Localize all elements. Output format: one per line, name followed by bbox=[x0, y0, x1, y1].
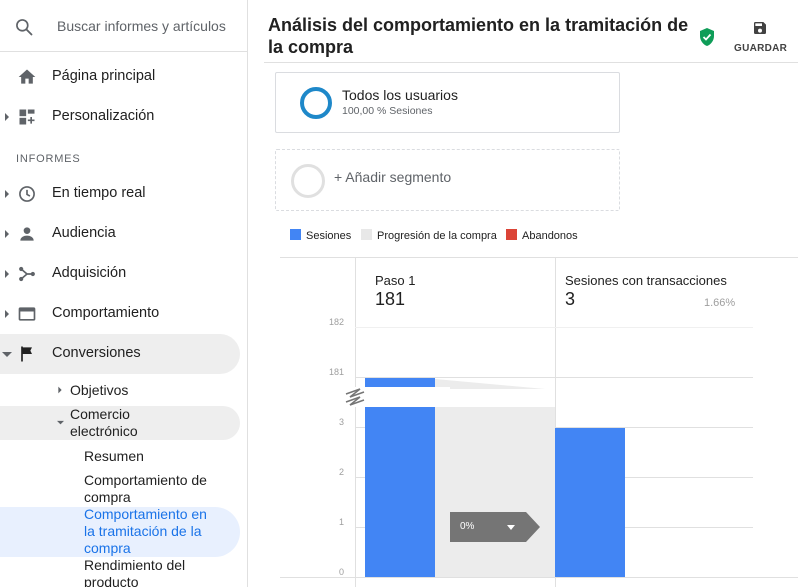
flag-icon bbox=[21, 346, 32, 362]
caret-right-icon bbox=[5, 113, 9, 121]
sidebar-item-label: En tiempo real bbox=[52, 185, 146, 201]
sidebar-leaf-label: Comportamiento de compra bbox=[84, 472, 207, 505]
progression-percentage: 0% bbox=[460, 521, 475, 532]
y-tick-label: 0 bbox=[338, 567, 344, 577]
legend-swatch bbox=[506, 229, 517, 240]
gridline bbox=[355, 327, 753, 328]
caret-right-icon bbox=[5, 270, 9, 278]
sidebar-item-audience[interactable]: Audiencia bbox=[0, 214, 240, 254]
caret-right-icon bbox=[5, 230, 9, 238]
sidebar-item-label: Audiencia bbox=[52, 225, 116, 241]
progression-taper bbox=[435, 379, 555, 389]
funnel-chart: Paso 1 181 Sesiones con transacciones 3 … bbox=[280, 257, 798, 587]
legend-swatch bbox=[361, 229, 372, 240]
save-button[interactable]: GUARDAR bbox=[734, 20, 788, 54]
sidebar-item-customization[interactable]: Personalización bbox=[0, 97, 240, 137]
caret-right-icon bbox=[5, 310, 9, 318]
y-tick-label: 182 bbox=[328, 317, 344, 327]
progression-area bbox=[435, 407, 555, 577]
behavior-icon bbox=[18, 307, 36, 321]
legend-item-abandonment: Abandonos bbox=[506, 229, 578, 242]
sidebar-item-label: Comportamiento bbox=[52, 305, 160, 321]
y-tick-label: 3 bbox=[338, 417, 344, 427]
dashboard-icon bbox=[19, 109, 35, 125]
search-icon bbox=[16, 19, 33, 36]
sidebar-leaf-label: Comportamiento en la tramitación de la c… bbox=[84, 506, 207, 556]
sidebar-subitem-ecommerce[interactable]: Comercio electrónico bbox=[56, 406, 236, 440]
y-tick-label: 181 bbox=[328, 367, 344, 377]
sidebar-item-label: Conversiones bbox=[52, 345, 141, 361]
sidebar-leaf-label: Resumen bbox=[84, 448, 144, 464]
caret-down-icon bbox=[57, 420, 64, 425]
y-tick-label: 2 bbox=[338, 467, 344, 477]
sidebar-item-label: Página principal bbox=[52, 68, 156, 84]
sidebar-item-behavior[interactable]: Comportamiento bbox=[0, 294, 240, 334]
sidebar-leaf-label: Rendimiento del producto bbox=[84, 557, 186, 587]
sidebar-item-conversions[interactable]: Conversiones bbox=[0, 334, 240, 374]
main-content: Análisis del comportamiento en la tramit… bbox=[264, 0, 798, 587]
segment-ring bbox=[300, 87, 332, 119]
home-icon bbox=[18, 69, 36, 84]
section-title: INFORMES bbox=[16, 153, 81, 165]
sidebar-item-label: Adquisición bbox=[52, 265, 127, 281]
sidebar-leaf-shopping-behavior[interactable]: Comportamiento de compra bbox=[84, 472, 214, 506]
axis-break-icon bbox=[345, 388, 365, 406]
save-button-label: GUARDAR bbox=[734, 43, 788, 54]
save-icon bbox=[754, 22, 766, 34]
add-segment-button[interactable]: + Añadir segmento bbox=[275, 149, 620, 211]
segment-placeholder-ring bbox=[291, 164, 325, 198]
legend-label: Progresión de la compra bbox=[377, 230, 497, 242]
step-2-bar[interactable] bbox=[555, 428, 625, 577]
add-segment-label: + Añadir segmento bbox=[334, 169, 452, 185]
sidebar: Buscar informes y artículos Página princ… bbox=[0, 0, 248, 587]
sidebar-item-realtime[interactable]: En tiempo real bbox=[0, 174, 240, 214]
header-divider bbox=[264, 62, 798, 63]
sidebar-leaf-summary[interactable]: Resumen bbox=[84, 448, 234, 465]
sidebar-leaf-checkout-behavior[interactable]: Comportamiento en la tramitación de la c… bbox=[84, 506, 214, 557]
step-1-name: Paso 1 bbox=[375, 273, 416, 288]
clock-icon bbox=[19, 186, 35, 202]
arrow-tip bbox=[526, 512, 540, 542]
legend-item-progression: Progresión de la compra bbox=[361, 229, 497, 242]
sidebar-item-acquisition[interactable]: Adquisición bbox=[0, 254, 240, 294]
legend-item-sessions: Sesiones bbox=[290, 229, 351, 242]
legend-swatch bbox=[290, 229, 301, 240]
progression-dropdown[interactable]: 0% bbox=[450, 512, 540, 542]
search-bar[interactable]: Buscar informes y artículos bbox=[0, 0, 247, 52]
caret-down-icon bbox=[2, 352, 12, 357]
step-2-percentage: 1.66% bbox=[704, 297, 736, 309]
page-title: Análisis del comportamiento en la tramit… bbox=[268, 15, 689, 57]
y-tick-label: 1 bbox=[338, 517, 344, 527]
verified-shield-icon bbox=[700, 28, 714, 46]
sidebar-leaf-product-performance[interactable]: Rendimiento del producto bbox=[84, 557, 214, 587]
sidebar-item-label: Personalización bbox=[52, 108, 155, 124]
sidebar-subitem-label: Objetivos bbox=[70, 382, 129, 398]
step-2-name: Sesiones con transacciones bbox=[565, 273, 727, 288]
chart-top-border bbox=[280, 257, 798, 258]
legend-label: Sesiones bbox=[306, 230, 352, 242]
sidebar-item-home[interactable]: Página principal bbox=[0, 57, 240, 97]
legend-label: Abandonos bbox=[522, 230, 578, 242]
chart-column-divider bbox=[355, 257, 356, 587]
segment-name: Todos los usuarios bbox=[342, 87, 458, 103]
segment-percentage: 100,00 % Sesiones bbox=[342, 105, 433, 117]
caret-right-icon bbox=[58, 386, 62, 394]
segment-card[interactable]: Todos los usuarios 100,00 % Sesiones bbox=[275, 72, 620, 133]
sidebar-subitem-label: Comercio electrónico bbox=[70, 406, 138, 439]
dropdown-caret-icon bbox=[507, 525, 515, 530]
step-2-value: 3 bbox=[565, 289, 576, 309]
person-icon bbox=[20, 227, 34, 241]
caret-right-icon bbox=[5, 190, 9, 198]
search-input[interactable]: Buscar informes y artículos bbox=[57, 18, 226, 34]
step-1-bar[interactable] bbox=[365, 378, 435, 577]
step-1-value: 181 bbox=[375, 289, 406, 309]
acquisition-icon bbox=[19, 266, 35, 282]
chart-baseline bbox=[280, 577, 798, 578]
